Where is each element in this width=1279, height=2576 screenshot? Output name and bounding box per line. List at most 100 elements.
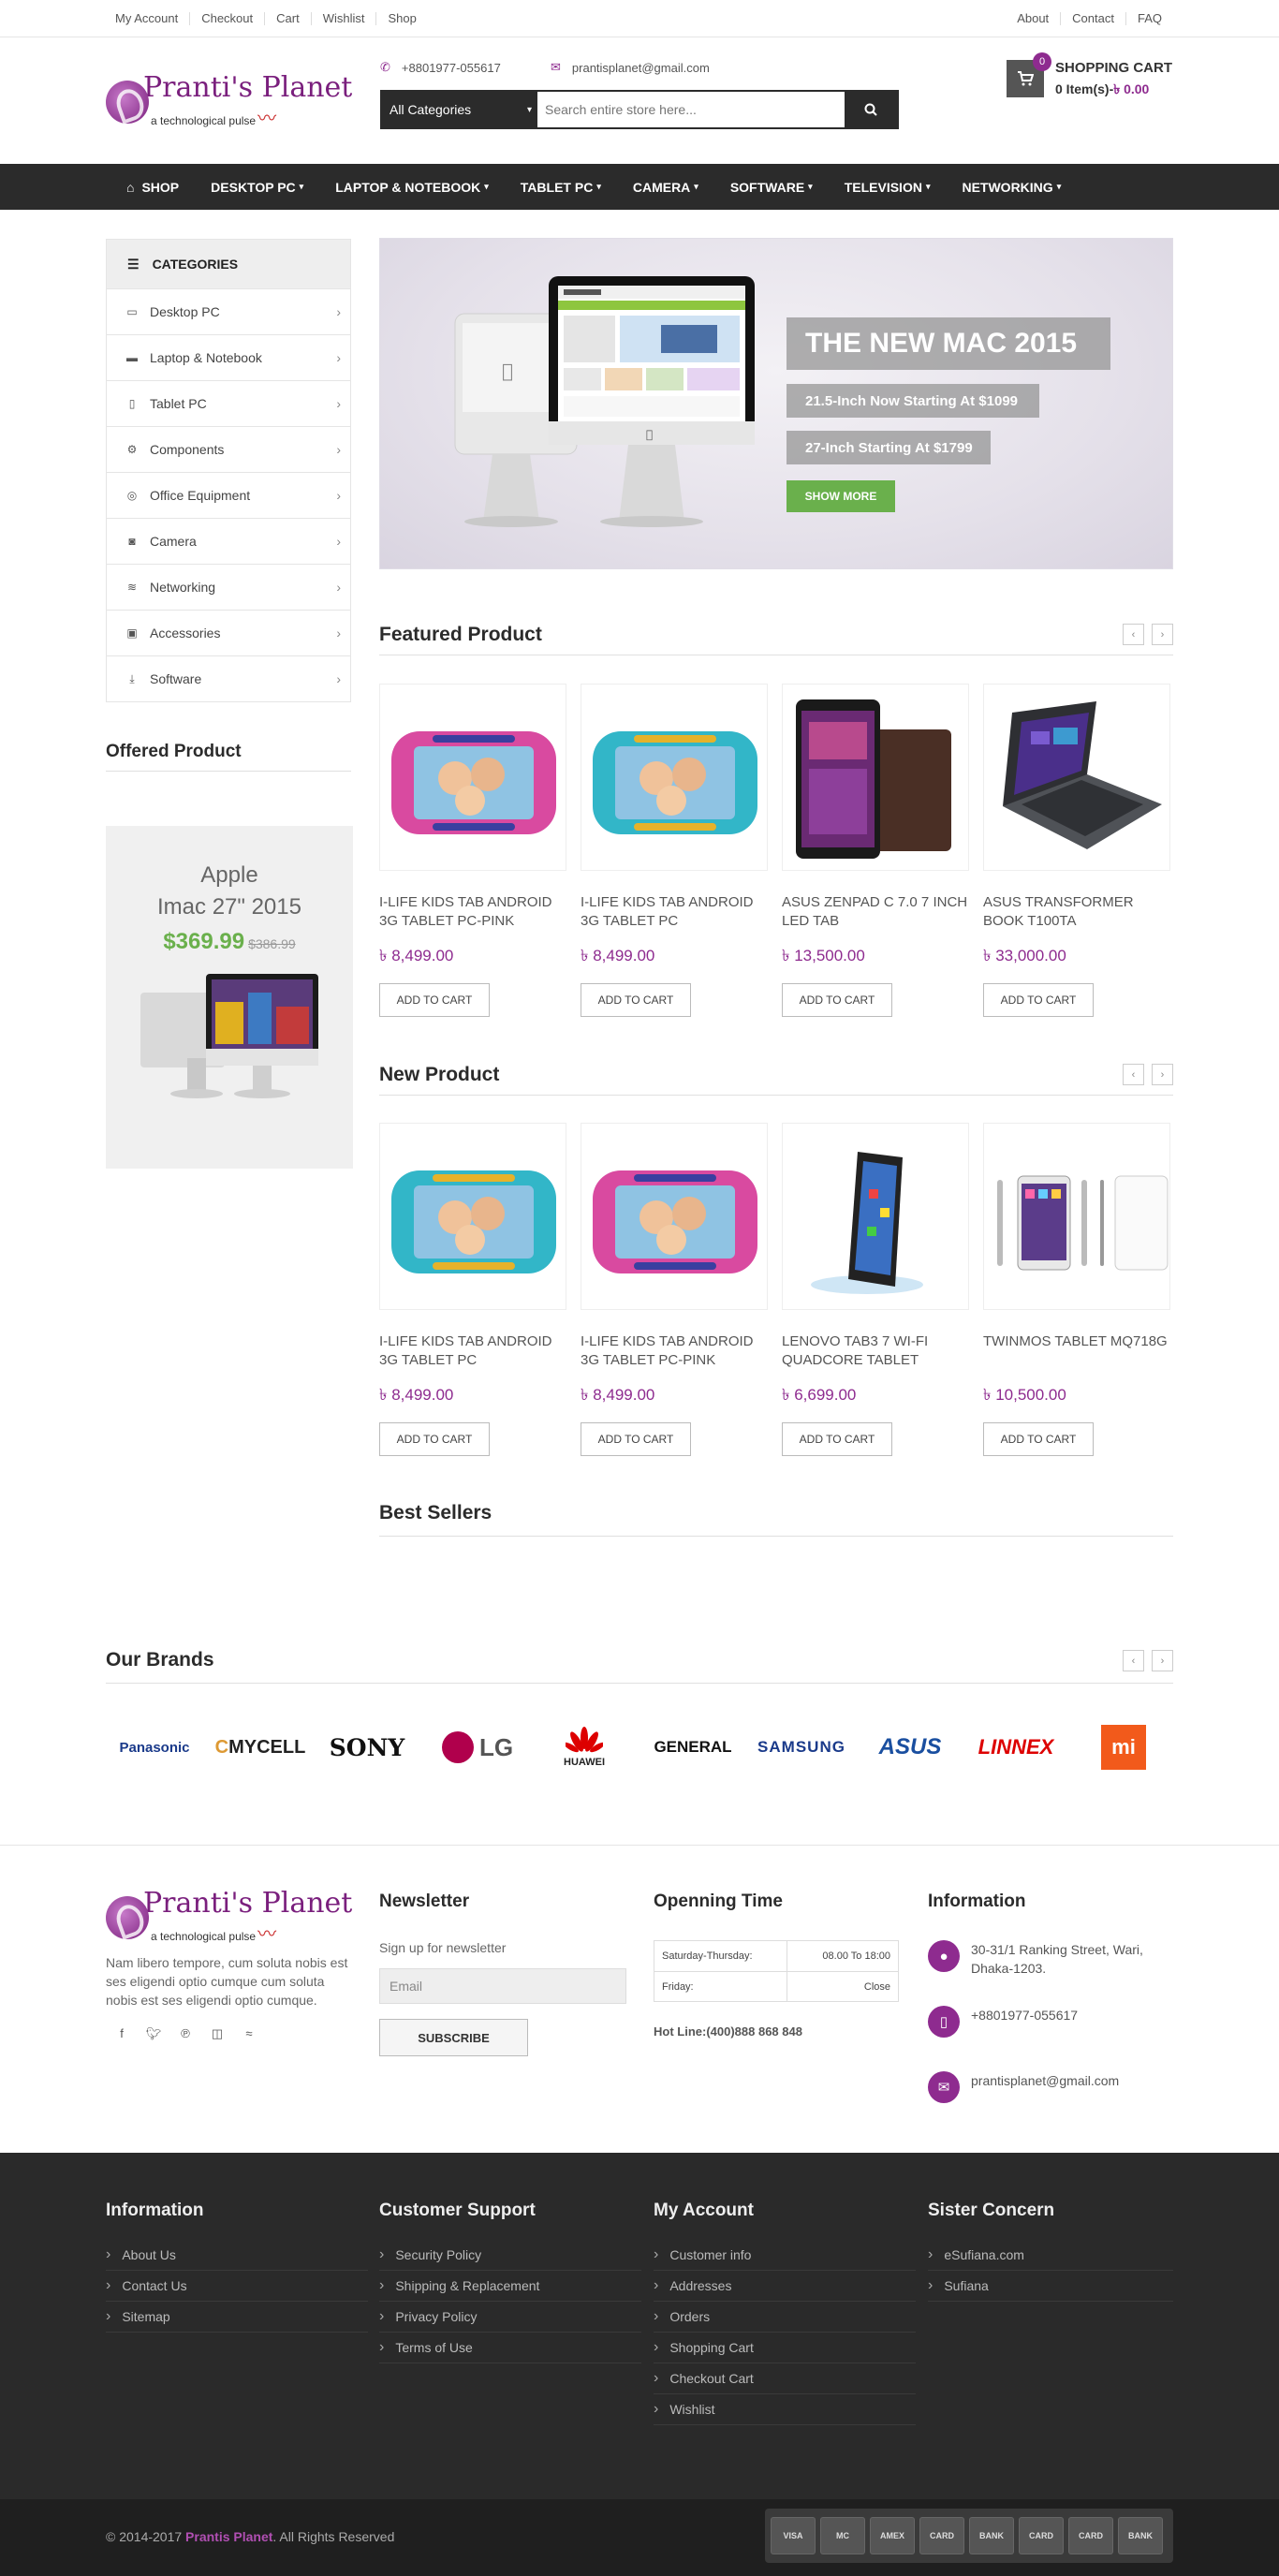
product-name[interactable]: ASUS ZENPAD C 7.0 7 INCH LED TAB [782, 893, 969, 931]
product-image[interactable] [782, 1123, 969, 1310]
footer-link[interactable]: Security Policy [379, 2240, 641, 2271]
next-arrow-icon[interactable]: › [1152, 1064, 1173, 1085]
next-arrow-icon[interactable]: › [1152, 624, 1173, 645]
category-networking[interactable]: ≋ Networking › [107, 564, 350, 610]
footer-link[interactable]: Checkout Cart [654, 2363, 916, 2394]
shopping-cart[interactable]: 0 SHOPPING CART 0 Item(s)-৳ 0.00 [1007, 52, 1172, 101]
product-card[interactable]: I-LIFE KIDS TAB ANDROID 3G TABLET PC ৳ 8… [581, 684, 768, 1017]
add-to-cart-button[interactable]: ADD TO CART [782, 1422, 892, 1456]
add-to-cart-button[interactable]: ADD TO CART [983, 983, 1094, 1017]
brand-asus-logo[interactable]: ASUS [861, 1719, 959, 1775]
faq-link[interactable]: FAQ [1125, 12, 1173, 25]
product-card[interactable]: I-LIFE KIDS TAB ANDROID 3G TABLET PC-PIN… [581, 1123, 768, 1456]
add-to-cart-button[interactable]: ADD TO CART [581, 1422, 691, 1456]
footer-link[interactable]: Shipping & Replacement [379, 2271, 641, 2302]
prev-arrow-icon[interactable]: ‹ [1123, 1064, 1144, 1085]
brand-xiaomi-logo[interactable]: mi [1100, 1719, 1147, 1775]
brand-mycell-logo[interactable]: C MYCELL [212, 1719, 309, 1775]
nav-item-tablet-pc[interactable]: TABLET PC ▾ [500, 180, 612, 195]
facebook-icon[interactable]: f [106, 2026, 138, 2041]
product-name[interactable]: I-LIFE KIDS TAB ANDROID 3G TABLET PC [581, 893, 768, 931]
product-name[interactable]: LENOVO TAB3 7 WI-FI QUADCORE TABLET [782, 1332, 969, 1370]
brand-lg-logo[interactable]: LG [425, 1719, 530, 1775]
product-card[interactable]: I-LIFE KIDS TAB ANDROID 3G TABLET PC-PIN… [379, 684, 566, 1017]
nav-item-camera[interactable]: CAMERA ▾ [612, 180, 710, 195]
search-category-select[interactable]: All Categories [382, 92, 537, 127]
nav-item-desktop-pc[interactable]: DESKTOP PC ▾ [190, 180, 315, 195]
site-logo[interactable]: Pranti's Planet a technological pulse 〰 [106, 73, 352, 130]
footer-link[interactable]: Orders [654, 2302, 916, 2333]
footer-link[interactable]: Wishlist [654, 2394, 916, 2425]
pinterest-icon[interactable]: ℗ [169, 2026, 201, 2041]
product-card[interactable]: ASUS TRANSFORMER BOOK T100TA ৳ 33,000.00… [983, 684, 1170, 1017]
category-accessories[interactable]: ▣ Accessories › [107, 610, 350, 655]
product-name[interactable]: I-LIFE KIDS TAB ANDROID 3G TABLET PC-PIN… [581, 1332, 768, 1370]
brand-huawei-logo[interactable]: HUAWEI [537, 1719, 631, 1775]
checkout-link[interactable]: Checkout [189, 12, 264, 25]
product-name[interactable]: ASUS TRANSFORMER BOOK T100TA [983, 893, 1170, 931]
brand-samsung-logo[interactable]: SAMSUNG [749, 1719, 854, 1775]
category-laptop-notebook[interactable]: ▬ Laptop & Notebook › [107, 334, 350, 380]
nav-item-laptop-notebook[interactable]: LAPTOP & NOTEBOOK ▾ [315, 180, 500, 195]
nav-item-shop[interactable]: ⌂ SHOP [106, 180, 190, 195]
add-to-cart-button[interactable]: ADD TO CART [581, 983, 691, 1017]
nav-item-networking[interactable]: NETWORKING ▾ [941, 180, 1072, 195]
product-card[interactable]: I-LIFE KIDS TAB ANDROID 3G TABLET PC ৳ 8… [379, 1123, 566, 1456]
contact-link[interactable]: Contact [1060, 12, 1125, 25]
my-account-link[interactable]: My Account [106, 12, 189, 25]
footer-link[interactable]: Sitemap [106, 2302, 368, 2333]
footer-link[interactable]: eSufiana.com [928, 2240, 1173, 2271]
category-office-equipment[interactable]: ◎ Office Equipment › [107, 472, 350, 518]
brand-linnex-logo[interactable]: LINNEX [964, 1719, 1067, 1775]
category-camera[interactable]: ◙ Camera › [107, 518, 350, 564]
brand-sony-logo[interactable]: SONY [318, 1719, 416, 1775]
category-software[interactable]: ⤓ Software › [107, 655, 350, 701]
footer-link[interactable]: Addresses [654, 2271, 916, 2302]
prev-arrow-icon[interactable]: ‹ [1123, 1650, 1144, 1671]
shop-link[interactable]: Shop [375, 12, 427, 25]
footer-link[interactable]: Privacy Policy [379, 2302, 641, 2333]
product-name[interactable]: I-LIFE KIDS TAB ANDROID 3G TABLET PC-PIN… [379, 893, 566, 931]
product-name[interactable]: I-LIFE KIDS TAB ANDROID 3G TABLET PC [379, 1332, 566, 1370]
product-card[interactable]: TWINMOS TABLET MQ718G ৳ 10,500.00 ADD TO… [983, 1123, 1170, 1456]
search-button[interactable] [845, 92, 897, 127]
footer-logo[interactable]: Pranti's Planet a technological pulse 〰 [106, 1889, 352, 1946]
product-card[interactable]: ASUS ZENPAD C 7.0 7 INCH LED TAB ৳ 13,50… [782, 684, 969, 1017]
product-card[interactable]: LENOVO TAB3 7 WI-FI QUADCORE TABLET ৳ 6,… [782, 1123, 969, 1456]
footer-link[interactable]: Customer info [654, 2240, 916, 2271]
next-arrow-icon[interactable]: › [1152, 1650, 1173, 1671]
product-image[interactable] [782, 684, 969, 871]
product-name[interactable]: TWINMOS TABLET MQ718G [983, 1332, 1170, 1370]
footer-link[interactable]: Terms of Use [379, 2333, 641, 2363]
category-tablet-pc[interactable]: ▯ Tablet PC › [107, 380, 350, 426]
add-to-cart-button[interactable]: ADD TO CART [782, 983, 892, 1017]
footer-link[interactable]: Contact Us [106, 2271, 368, 2302]
product-image[interactable] [983, 1123, 1170, 1310]
show-more-button[interactable]: SHOW MORE [787, 480, 895, 512]
cart-icon-box[interactable]: 0 [1007, 52, 1051, 97]
subscribe-button[interactable]: SUBSCRIBE [379, 2019, 528, 2056]
brand-panasonic-logo[interactable]: Panasonic [106, 1719, 203, 1775]
offered-product-card[interactable]: Apple Imac 27" 2015 $369.99 $386.99 [106, 826, 353, 1169]
add-to-cart-button[interactable]: ADD TO CART [379, 1422, 490, 1456]
cart-link[interactable]: Cart [264, 12, 311, 25]
twitter-icon[interactable]: 🐦︎ [138, 2026, 169, 2041]
footer-link[interactable]: Shopping Cart [654, 2333, 916, 2363]
add-to-cart-button[interactable]: ADD TO CART [983, 1422, 1094, 1456]
wishlist-link[interactable]: Wishlist [310, 12, 376, 25]
rss-icon[interactable]: ≈ [233, 2026, 265, 2041]
footer-link[interactable]: Sufiana [928, 2271, 1173, 2302]
nav-item-television[interactable]: TELEVISION ▾ [824, 180, 942, 195]
product-image[interactable] [379, 684, 566, 871]
nav-item-software[interactable]: SOFTWARE ▾ [710, 180, 824, 195]
hero-slider[interactable]:   THE NEW MAC 2015 21.5-Inch Now Start… [379, 238, 1173, 569]
product-image[interactable] [983, 684, 1170, 871]
product-image[interactable] [581, 684, 768, 871]
category-components[interactable]: ⚙ Components › [107, 426, 350, 472]
newsletter-email-input[interactable]: Email [379, 1968, 626, 2004]
product-image[interactable] [581, 1123, 768, 1310]
prev-arrow-icon[interactable]: ‹ [1123, 624, 1144, 645]
brand-general-logo[interactable]: GENERAL [644, 1719, 742, 1775]
search-input[interactable] [537, 92, 845, 127]
about-link[interactable]: About [1007, 12, 1060, 25]
